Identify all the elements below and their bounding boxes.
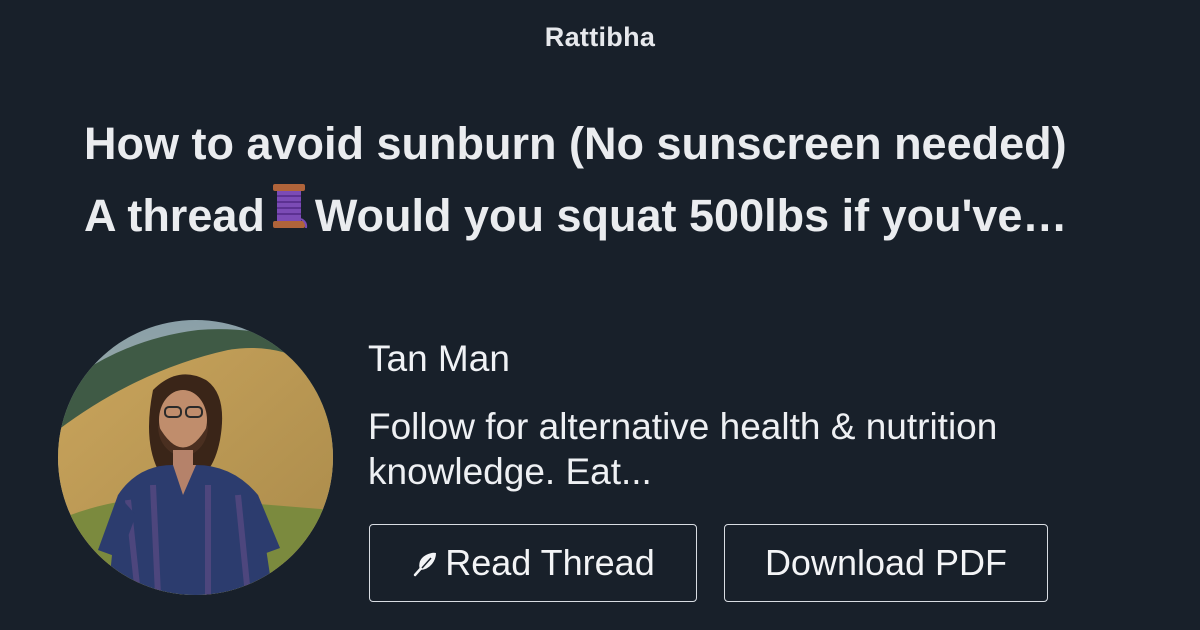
thread-title-line-1: How to avoid sunburn (No sunscreen neede… — [84, 118, 1067, 169]
read-thread-button[interactable]: Read Thread — [369, 524, 697, 602]
read-thread-label: Read Thread — [445, 542, 655, 583]
thread-title-line-2: A thread Would you squat 500lbs if you'v… — [84, 180, 1174, 252]
author-bio-line-2: knowledge. Eat... — [368, 451, 652, 492]
author-avatar[interactable] — [58, 320, 333, 595]
thread-title-suffix: Would you squat 500lbs if you've… — [314, 190, 1068, 241]
download-pdf-label: Download PDF — [764, 542, 1008, 583]
thread-title: How to avoid sunburn (No sunscreen neede… — [84, 108, 1174, 252]
author-bio: Follow for alternative health & nutritio… — [368, 404, 1088, 494]
thread-title-prefix: A thread — [84, 190, 265, 241]
site-brand[interactable]: Rattibha — [0, 22, 1200, 53]
share-card: Rattibha How to avoid sunburn (No sunscr… — [0, 0, 1200, 630]
download-pdf-button[interactable]: Download PDF — [724, 524, 1048, 602]
author-name[interactable]: Tan Man — [368, 338, 510, 380]
feather-icon — [411, 545, 439, 587]
author-bio-line-1: Follow for alternative health & nutritio… — [368, 406, 998, 447]
spool-of-thread-icon — [269, 179, 309, 251]
